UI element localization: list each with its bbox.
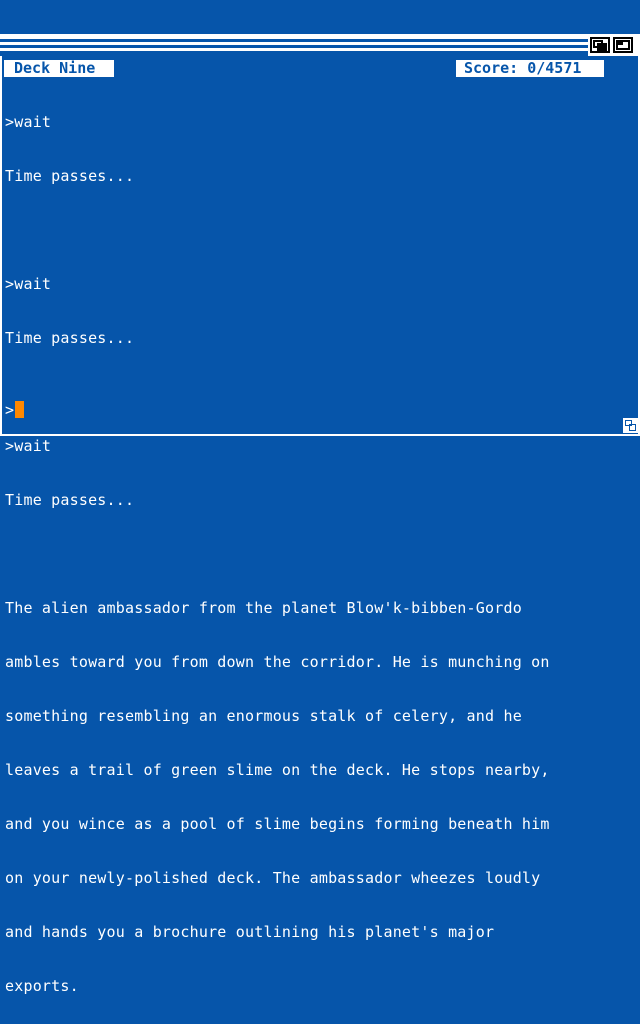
text-cursor (15, 401, 25, 418)
transcript-line (5, 383, 605, 401)
transcript-line: and you wince as a pool of slime begins … (5, 815, 550, 833)
game-transcript: >wait Time passes... >wait Time passes..… (5, 77, 605, 1024)
location-status: Deck Nine (4, 60, 114, 77)
score-status: Score: 0/4571 (456, 60, 604, 77)
zoom-inner-square (616, 40, 623, 45)
transcript-line: leaves a trail of green slime on the dec… (5, 761, 550, 779)
transcript-line (5, 221, 605, 239)
depth-gadget-icon[interactable] (590, 37, 610, 53)
transcript-line: >wait (5, 113, 52, 131)
transcript-line: Time passes... (5, 167, 135, 185)
transcript-line: The alien ambassador from the planet Blo… (5, 599, 522, 617)
transcript-line: >wait (5, 275, 52, 293)
transcript-line: ambles toward you from down the corridor… (5, 653, 550, 671)
workbench-screen: Deck Nine Score: 0/4571 >wait Time passe… (0, 0, 640, 995)
transcript-line: exports. (5, 977, 79, 995)
size-gadget-large-square (629, 424, 636, 431)
zoom-gadget-icon[interactable] (613, 37, 633, 53)
transcript-line: >wait (5, 437, 52, 455)
prompt-symbol: > (5, 401, 15, 419)
transcript-line: and hands you a brochure outlining his p… (5, 923, 495, 941)
transcript-line: Time passes... (5, 329, 135, 347)
transcript-line: Time passes... (5, 491, 135, 509)
depth-front-square (597, 43, 607, 51)
transcript-line (5, 545, 605, 563)
transcript-line: on your newly-polished deck. The ambassa… (5, 869, 541, 887)
size-gadget-icon[interactable] (623, 418, 638, 433)
transcript-line: something resembling an enormous stalk o… (5, 707, 522, 725)
window-title-bar[interactable] (0, 34, 588, 54)
command-input[interactable]: > (5, 401, 25, 419)
